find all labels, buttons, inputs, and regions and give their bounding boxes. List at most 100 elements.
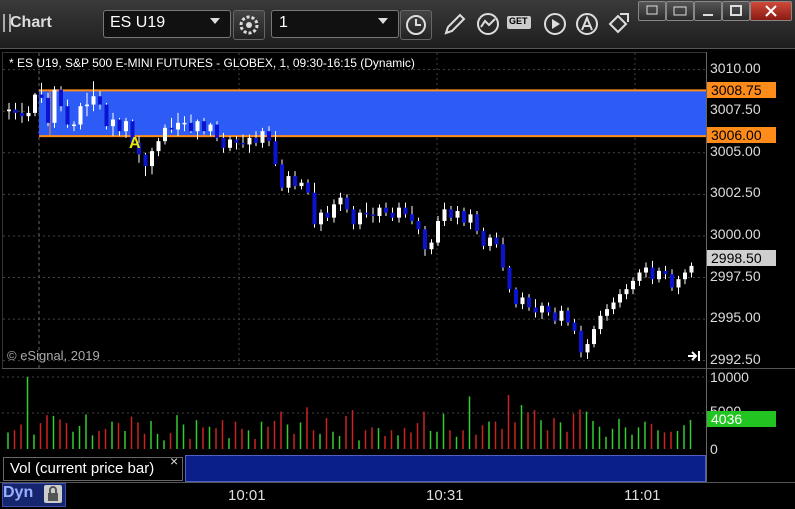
candle-body [104, 104, 109, 127]
candle-body [689, 265, 694, 273]
candle-body [293, 176, 297, 187]
studies-button[interactable] [474, 10, 504, 38]
candle-body [384, 207, 388, 213]
candle-body [371, 214, 375, 216]
settings-button[interactable] [233, 10, 265, 40]
candle-body [85, 104, 89, 107]
band-bottom-tag: 3006.00 [707, 127, 776, 143]
candle-body [650, 267, 655, 280]
candle-body [403, 207, 408, 215]
candle-body [111, 119, 115, 127]
study-label[interactable]: Vol (current price bar) [3, 457, 183, 481]
maximize-icon [730, 5, 742, 16]
candle-body [637, 272, 642, 281]
alert-button[interactable] [573, 10, 603, 38]
restore-icon [673, 6, 687, 16]
volume-last-tag: 4036 [707, 411, 776, 427]
pin-icon [646, 5, 658, 15]
candle-body [358, 212, 362, 225]
candle-body [462, 211, 466, 223]
candle-body [429, 242, 434, 250]
candle-body [208, 124, 213, 132]
lock-icon [48, 486, 58, 501]
candle-body [611, 302, 616, 310]
close-button[interactable] [750, 1, 792, 21]
candle-body [579, 330, 583, 353]
candle-body [78, 106, 83, 125]
interval-value: 1 [279, 14, 288, 31]
price-label: 3007.50 [710, 101, 761, 118]
candle-body [46, 97, 50, 123]
close-study-icon[interactable]: × [170, 453, 178, 469]
pencil-icon [444, 13, 466, 35]
candle-body [546, 305, 551, 313]
close-icon [765, 5, 777, 17]
time-label-1031: 10:31 [426, 487, 464, 504]
candle-body [13, 109, 18, 113]
candle-body [338, 197, 343, 205]
candle-body [468, 214, 473, 223]
candle-body [572, 322, 577, 331]
candle-body [221, 137, 226, 148]
time-button[interactable] [400, 10, 432, 40]
zone-band [39, 90, 707, 137]
last-price-tag: 2998.50 [707, 250, 776, 266]
vol-label-high: 10000 [710, 369, 749, 385]
candle-body [416, 220, 421, 230]
candle-body [377, 207, 382, 216]
candle-body [124, 121, 128, 132]
candle-body [306, 182, 310, 193]
candle-body [260, 131, 265, 143]
candle-body [59, 89, 63, 107]
pin-button[interactable] [638, 1, 666, 21]
candle-body [501, 244, 505, 268]
price-label: 3010.00 [710, 59, 761, 76]
time-label-1101: 11:01 [624, 487, 661, 504]
candle-body [189, 122, 193, 132]
link-button[interactable] [604, 10, 634, 38]
candle-body [20, 112, 24, 117]
candle-body [234, 139, 239, 143]
candle-body [410, 214, 414, 221]
candle-body [176, 122, 180, 130]
time-axis[interactable] [0, 482, 795, 509]
scroll-to-end-button[interactable] [687, 349, 701, 361]
candle-body [280, 164, 284, 188]
candle-body [631, 280, 635, 290]
candle-body [644, 267, 648, 273]
draw-button[interactable] [440, 10, 470, 38]
play-button[interactable] [541, 10, 571, 38]
gear-icon [239, 15, 259, 35]
price-chart[interactable] [2, 52, 708, 370]
play-icon [544, 13, 566, 35]
candle-body [65, 106, 70, 125]
clock-icon [406, 15, 426, 35]
candle-body [520, 297, 525, 305]
candle-body [228, 139, 232, 148]
candle-body [540, 305, 544, 313]
minimize-button[interactable] [694, 1, 722, 21]
candle-body [143, 154, 148, 167]
interval-dropdown[interactable] [271, 10, 399, 38]
maximize-button[interactable] [722, 1, 750, 21]
candle-body [455, 211, 460, 218]
candle-body [598, 315, 603, 330]
candle-body [33, 94, 37, 113]
price-label: 2992.50 [710, 350, 761, 367]
candle-body [527, 297, 531, 308]
chart-line-icon [477, 13, 499, 35]
candle-body [202, 121, 206, 132]
minimize-icon [703, 14, 713, 16]
candle-body [325, 212, 330, 218]
candle-body [436, 220, 440, 243]
candle-body [442, 209, 447, 221]
arrow-right-bar-icon [688, 351, 700, 361]
candle-body [553, 312, 557, 321]
candle-body [117, 119, 122, 132]
candle-body [299, 182, 304, 187]
restore-button[interactable] [666, 1, 694, 21]
lock-button[interactable] [44, 485, 62, 503]
candle-body [169, 127, 174, 130]
candle-body [286, 176, 291, 188]
candle-body [670, 274, 674, 288]
